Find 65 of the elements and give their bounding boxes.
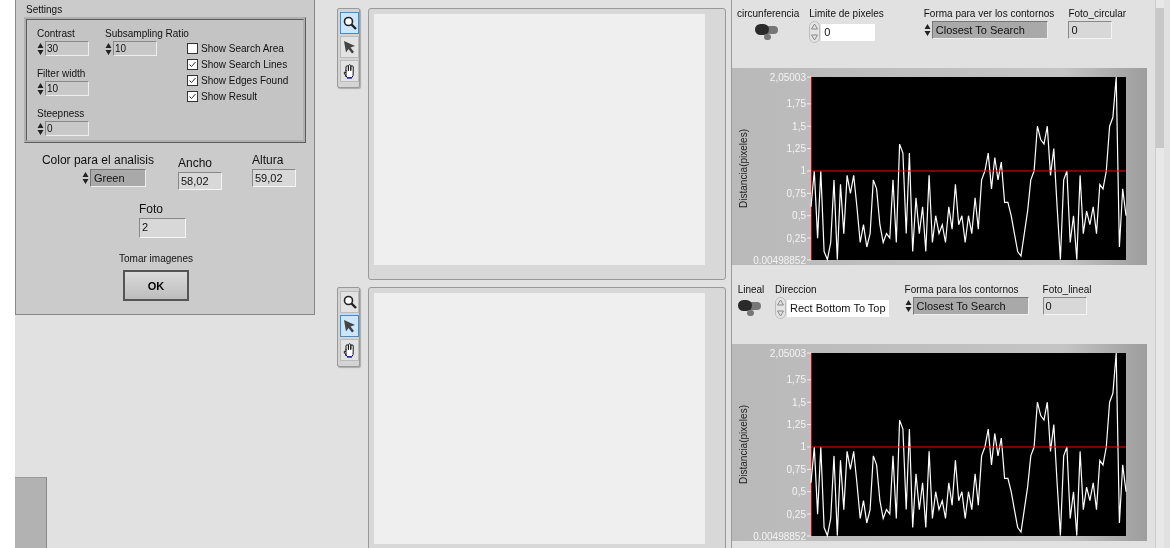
axis-tick-label: 0.00498852 <box>753 530 806 541</box>
axis-title: Distancia(pixeles) <box>738 129 749 208</box>
search-icon <box>342 16 357 30</box>
numeric-field[interactable]: 10 <box>45 81 89 96</box>
panel-title: Settings <box>26 4 64 15</box>
search-icon <box>342 295 357 309</box>
field-label: Contrast <box>37 28 76 39</box>
checkbox-label: Show Search Area <box>201 43 284 54</box>
field-label: Color para el analisis <box>41 153 154 167</box>
scrollbar[interactable] <box>1155 0 1164 548</box>
axis-tick-label: 1,75 <box>786 98 806 110</box>
axis-tick-label: 1 <box>800 165 806 177</box>
field-label: Direccion <box>775 284 817 295</box>
ok-button[interactable]: OK <box>123 270 189 301</box>
field-label: Foto_lineal <box>1042 284 1092 295</box>
field-label: Foto <box>139 202 163 216</box>
input-field[interactable]: 0 <box>821 23 876 41</box>
numeric-indicator: 0 <box>1068 21 1113 39</box>
numeric-field[interactable]: 0 <box>45 121 89 136</box>
checkbox[interactable] <box>187 91 198 102</box>
field-label: Ancho <box>178 156 213 170</box>
axis-tick-label: 1,25 <box>786 143 806 155</box>
button-label: Tomar imagenes <box>119 253 193 264</box>
field-label: Forma para los contornos <box>904 284 1019 295</box>
ring-selector[interactable]: Closest To Search <box>912 297 1029 315</box>
field-label: Foto_circular <box>1068 8 1127 19</box>
axis-tick-label: 1 <box>800 441 806 453</box>
checkbox[interactable] <box>187 59 198 70</box>
cursor-arrow-icon <box>343 319 356 333</box>
tool-button[interactable] <box>340 60 359 82</box>
axis-title: Distancia(pixeles) <box>738 405 749 484</box>
toggle-label: Lineal <box>737 284 765 295</box>
axis-tick-label: 0.00498852 <box>753 254 806 265</box>
field-label: Forma para ver los contornos <box>923 8 1055 19</box>
field-label: Steepness <box>37 108 86 119</box>
axis-tick-label: 2,05003 <box>769 347 806 359</box>
ring-selector[interactable]: Green <box>90 169 146 187</box>
checkbox[interactable] <box>187 75 198 86</box>
toggle-label: circunferencia <box>737 8 800 19</box>
cursor-arrow-icon <box>343 40 356 54</box>
numeric-indicator: 59,02 <box>252 169 296 187</box>
numeric-indicator: 0 <box>1042 297 1087 315</box>
axis-tick-label: 2,05003 <box>769 71 806 83</box>
tool-button[interactable] <box>340 12 359 34</box>
tool-button[interactable] <box>340 339 359 361</box>
tool-button[interactable] <box>340 291 359 313</box>
input-field[interactable]: Rect Bottom To Top <box>787 299 889 317</box>
checkbox-label: Show Search Lines <box>201 59 288 70</box>
field-label: Altura <box>252 153 284 167</box>
numeric-indicator: 58,02 <box>178 172 222 190</box>
numeric-field[interactable]: 30 <box>45 41 89 56</box>
numeric-indicator: 2 <box>139 218 186 238</box>
ring-selector[interactable]: Closest To Search <box>931 21 1048 39</box>
tool-button[interactable] <box>340 315 359 337</box>
tool-button[interactable] <box>340 36 359 58</box>
field-label: Limite de pixeles <box>809 8 884 19</box>
hand-icon <box>343 63 356 79</box>
numeric-field[interactable]: 10 <box>113 41 157 56</box>
field-label: Filter width <box>37 68 87 79</box>
checkbox[interactable] <box>187 43 198 54</box>
axis-tick-label: 1,75 <box>786 374 806 386</box>
axis-tick-label: 1,25 <box>786 419 806 431</box>
hand-icon <box>343 342 356 358</box>
checkbox-label: Show Edges Found <box>201 75 289 86</box>
checkbox-label: Show Result <box>201 91 258 102</box>
